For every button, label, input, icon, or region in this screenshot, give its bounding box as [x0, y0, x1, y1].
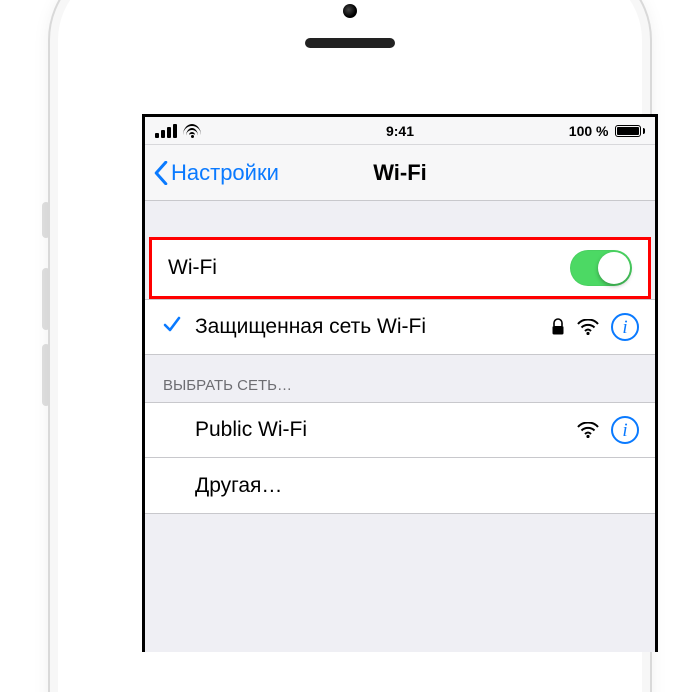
phone-mute-switch: [42, 202, 50, 238]
cellular-signal-icon: [155, 124, 177, 138]
earpiece-speaker: [305, 38, 395, 48]
other-network-label: Другая…: [195, 474, 282, 498]
wifi-status-icon: [183, 124, 201, 138]
highlight-annotation: Wi-Fi: [149, 237, 651, 299]
info-button[interactable]: i: [611, 416, 639, 444]
wifi-toggle-label: Wi-Fi: [168, 256, 217, 280]
chevron-left-icon: [153, 161, 169, 185]
connected-network-name: Защищенная сеть Wi-Fi: [195, 315, 426, 339]
connected-network-row[interactable]: Защищенная сеть Wi-Fi i: [145, 299, 655, 355]
network-name: Public Wi-Fi: [195, 418, 307, 442]
wifi-signal-icon: [577, 422, 599, 438]
wifi-toggle[interactable]: [570, 250, 632, 286]
status-bar: 9:41 100 %: [145, 117, 655, 145]
phone-shell: 9:41 100 % Настройки Wi-Fi Wi-Fi: [50, 0, 650, 692]
checkmark-icon: [161, 314, 183, 340]
network-row[interactable]: Public Wi-Fi i: [145, 402, 655, 458]
phone-volume-down: [42, 344, 50, 406]
status-time: 9:41: [275, 123, 525, 139]
choose-network-header: ВЫБРАТЬ СЕТЬ…: [145, 355, 655, 402]
back-button[interactable]: Настройки: [153, 160, 279, 186]
battery-icon: [615, 125, 646, 137]
screen: 9:41 100 % Настройки Wi-Fi Wi-Fi: [142, 114, 658, 652]
other-network-row[interactable]: Другая…: [145, 458, 655, 514]
lock-icon: [551, 318, 565, 336]
wifi-signal-icon: [577, 319, 599, 335]
wifi-toggle-row: Wi-Fi: [152, 240, 648, 296]
front-camera: [343, 4, 357, 18]
phone-volume-up: [42, 268, 50, 330]
navigation-bar: Настройки Wi-Fi: [145, 145, 655, 201]
battery-percent: 100 %: [569, 123, 609, 139]
info-button[interactable]: i: [611, 313, 639, 341]
back-label: Настройки: [171, 160, 279, 186]
